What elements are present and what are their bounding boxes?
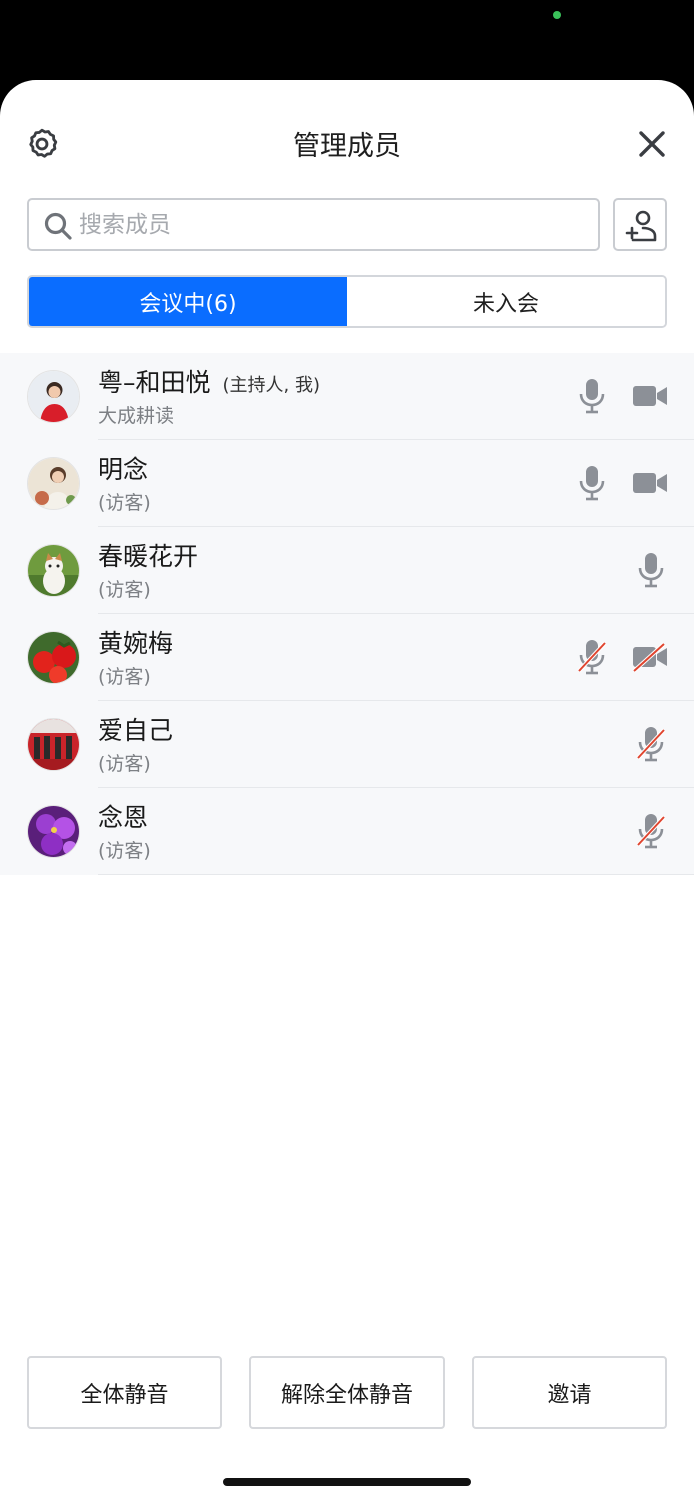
member-name: 粤–和田悦 [98, 368, 211, 397]
avatar [27, 718, 80, 771]
mute-all-button[interactable]: 全体静音 [27, 1356, 222, 1429]
page-title: 管理成员 [293, 131, 401, 162]
avatar [27, 805, 80, 858]
microphone-muted-icon[interactable] [636, 726, 666, 762]
member-row[interactable]: 春暖花开 (访客) [0, 527, 694, 614]
unmute-all-button[interactable]: 解除全体静音 [249, 1356, 445, 1429]
add-member-icon [625, 210, 657, 242]
member-subtitle: 大成耕读 [98, 405, 175, 427]
tab-not-joined[interactable]: 未入会 [347, 277, 665, 326]
microphone-icon[interactable] [577, 465, 607, 501]
member-row[interactable]: 明念 (访客) [0, 440, 694, 527]
member-name: 春暖花开 [98, 542, 199, 571]
member-subtitle: (访客) [98, 492, 151, 514]
header: 管理成员 [0, 80, 694, 190]
search-icon [44, 212, 72, 240]
add-member-button[interactable] [613, 198, 667, 251]
home-indicator [223, 1478, 471, 1486]
member-row[interactable]: 粤–和田悦 (主持人, 我) 大成耕读 [0, 353, 694, 440]
search-box[interactable] [27, 198, 600, 251]
camera-indicator-dot [553, 11, 561, 19]
member-tabs: 会议中(6) 未入会 [27, 275, 667, 328]
member-name: 明念 [98, 455, 149, 484]
member-list: 粤–和田悦 (主持人, 我) 大成耕读 明念 (访客) 春暖花开 (访客) 黄婉… [0, 353, 694, 875]
member-name: 黄婉梅 [98, 629, 174, 658]
member-subtitle: (访客) [98, 666, 151, 688]
member-row[interactable]: 爱自己 (访客) [0, 701, 694, 788]
search-input[interactable] [79, 200, 579, 249]
tab-in-meeting[interactable]: 会议中(6) [29, 277, 347, 326]
member-role: (主持人, 我) [222, 375, 321, 396]
video-camera-icon[interactable] [632, 467, 668, 499]
invite-button[interactable]: 邀请 [472, 1356, 667, 1429]
member-subtitle: (访客) [98, 840, 151, 862]
avatar [27, 370, 80, 423]
avatar [27, 631, 80, 684]
microphone-muted-icon[interactable] [636, 813, 666, 849]
member-subtitle: (访客) [98, 579, 151, 601]
member-row[interactable]: 黄婉梅 (访客) [0, 614, 694, 701]
microphone-icon[interactable] [577, 378, 607, 414]
video-camera-off-icon[interactable] [632, 641, 668, 673]
video-camera-icon[interactable] [632, 380, 668, 412]
microphone-muted-icon[interactable] [577, 639, 607, 675]
member-name: 爱自己 [98, 716, 174, 745]
member-subtitle: (访客) [98, 753, 151, 775]
member-row[interactable]: 念恩 (访客) [0, 788, 694, 875]
close-icon[interactable] [634, 126, 670, 162]
member-name: 念恩 [98, 803, 149, 832]
avatar [27, 457, 80, 510]
avatar [27, 544, 80, 597]
status-bar [0, 0, 694, 82]
manage-members-sheet: 管理成员 会议中(6) 未入会 [0, 80, 694, 1500]
microphone-icon[interactable] [636, 552, 666, 588]
